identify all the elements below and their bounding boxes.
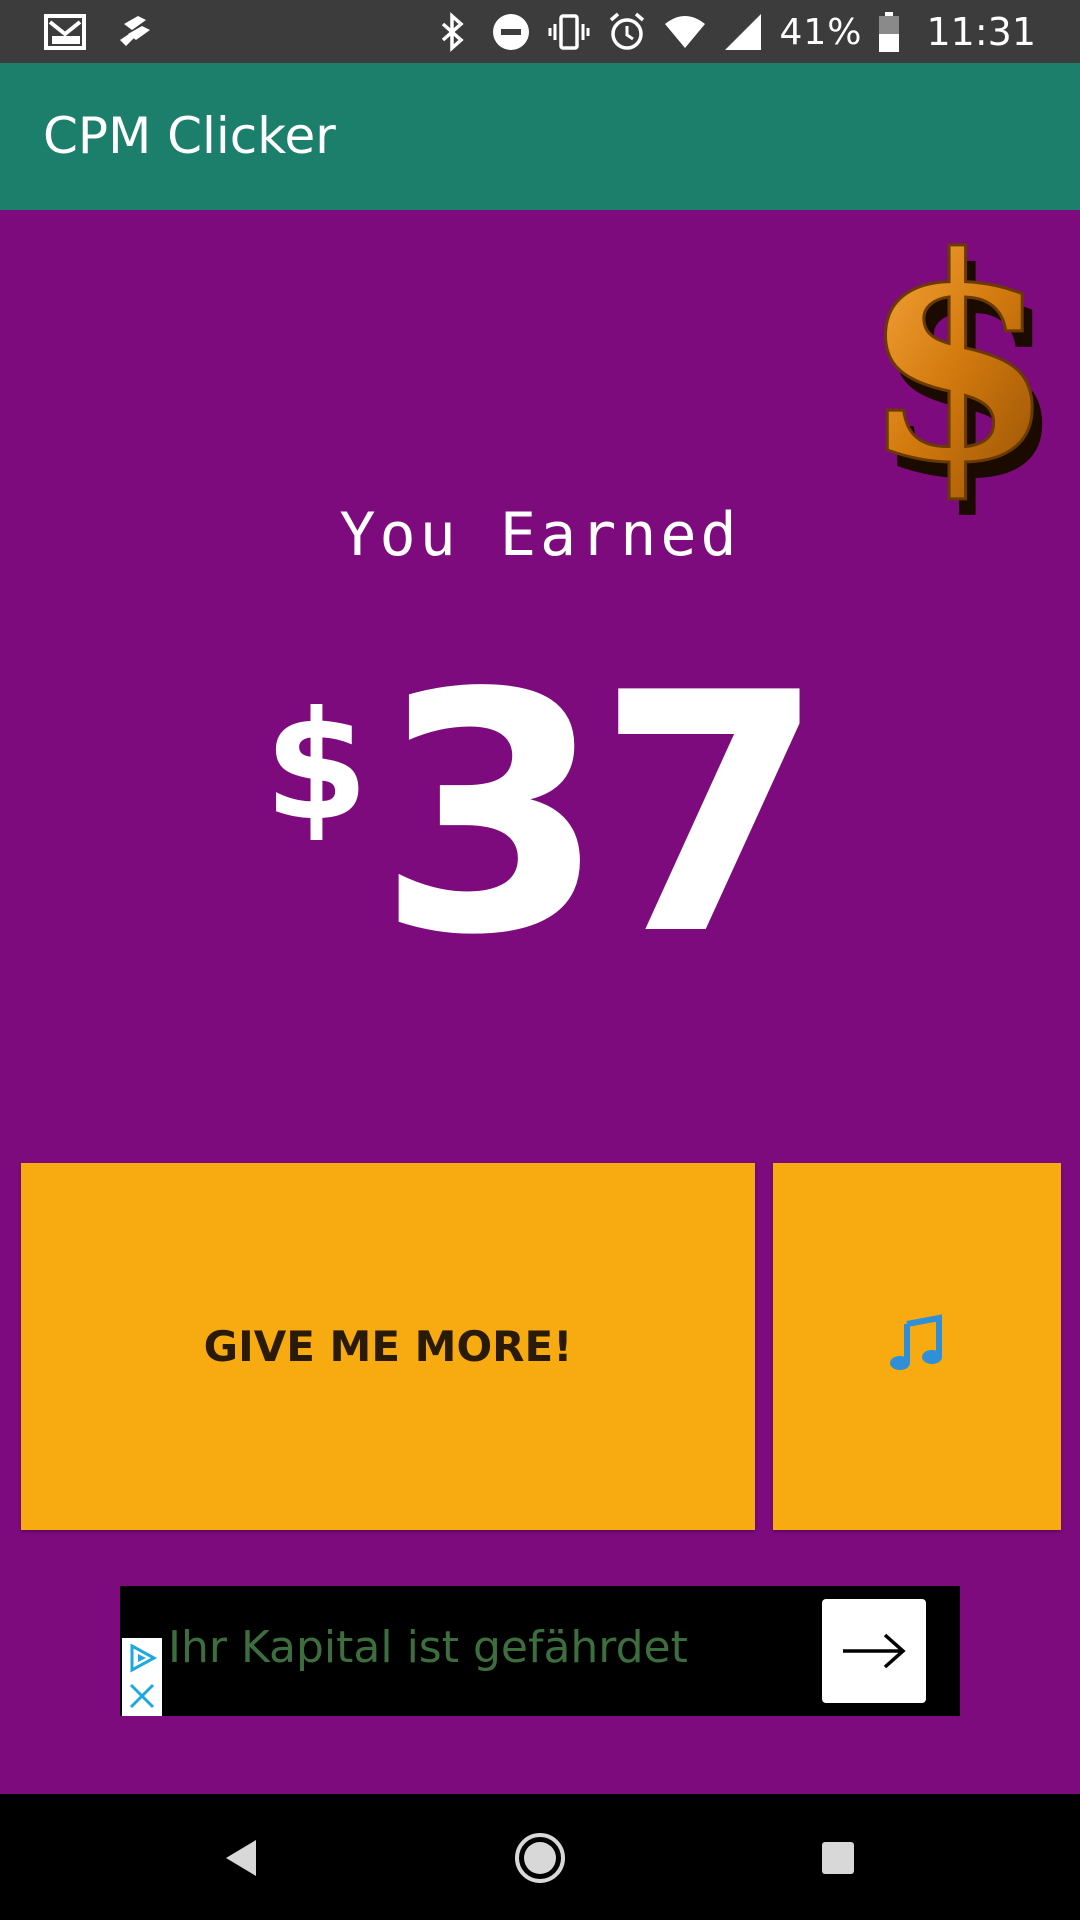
jira-icon bbox=[114, 10, 158, 54]
cell-signal-icon bbox=[721, 10, 765, 54]
status-bar-right: 41% 11:31 bbox=[431, 6, 1036, 58]
give-me-more-button[interactable]: GIVE ME MORE! bbox=[21, 1163, 755, 1530]
ad-choices-icon[interactable] bbox=[126, 1642, 158, 1674]
gmail-icon bbox=[44, 10, 88, 54]
currency-symbol: $ bbox=[264, 680, 369, 854]
back-icon bbox=[226, 1840, 256, 1876]
recents-button[interactable] bbox=[808, 1828, 868, 1888]
ad-banner[interactable]: Ihr Kapital ist gefährdet bbox=[120, 1586, 960, 1716]
give-me-more-label: GIVE ME MORE! bbox=[203, 1322, 573, 1371]
svg-text:$: $ bbox=[878, 228, 1055, 525]
bluetooth-icon bbox=[431, 10, 475, 54]
ad-cta-button[interactable] bbox=[822, 1599, 926, 1703]
home-icon bbox=[515, 1833, 565, 1883]
back-button[interactable] bbox=[212, 1828, 272, 1888]
app-screen: 41% 11:31 CPM Clicker $ $ You Earned $37… bbox=[0, 0, 1080, 1920]
do-not-disturb-icon bbox=[489, 10, 533, 54]
close-icon[interactable] bbox=[126, 1680, 158, 1712]
ad-text[interactable]: Ihr Kapital ist gefährdet bbox=[168, 1622, 688, 1673]
music-note-icon bbox=[887, 1314, 947, 1379]
status-bar-time: 11:31 bbox=[926, 10, 1036, 54]
amount-value: 37 bbox=[376, 623, 826, 1007]
home-button[interactable] bbox=[510, 1828, 570, 1888]
music-button[interactable] bbox=[773, 1163, 1061, 1530]
status-bar-left bbox=[44, 10, 158, 54]
gold-dollar-sign-icon: $ $ bbox=[878, 228, 1058, 528]
earned-label: You Earned bbox=[339, 500, 741, 570]
arrow-right-icon bbox=[843, 1633, 906, 1669]
app-bar: CPM Clicker bbox=[0, 63, 1080, 210]
alarm-icon bbox=[605, 10, 649, 54]
battery-percent: 41% bbox=[779, 11, 863, 53]
vibrate-icon bbox=[547, 10, 591, 54]
battery-icon bbox=[876, 10, 902, 54]
app-title: CPM Clicker bbox=[43, 107, 336, 165]
status-bar: 41% 11:31 bbox=[0, 0, 1080, 63]
ad-choices[interactable] bbox=[122, 1638, 162, 1716]
wifi-icon bbox=[663, 10, 707, 54]
earned-amount: $37 bbox=[0, 650, 1080, 980]
recents-icon bbox=[822, 1842, 854, 1874]
navigation-bar bbox=[0, 1794, 1080, 1920]
